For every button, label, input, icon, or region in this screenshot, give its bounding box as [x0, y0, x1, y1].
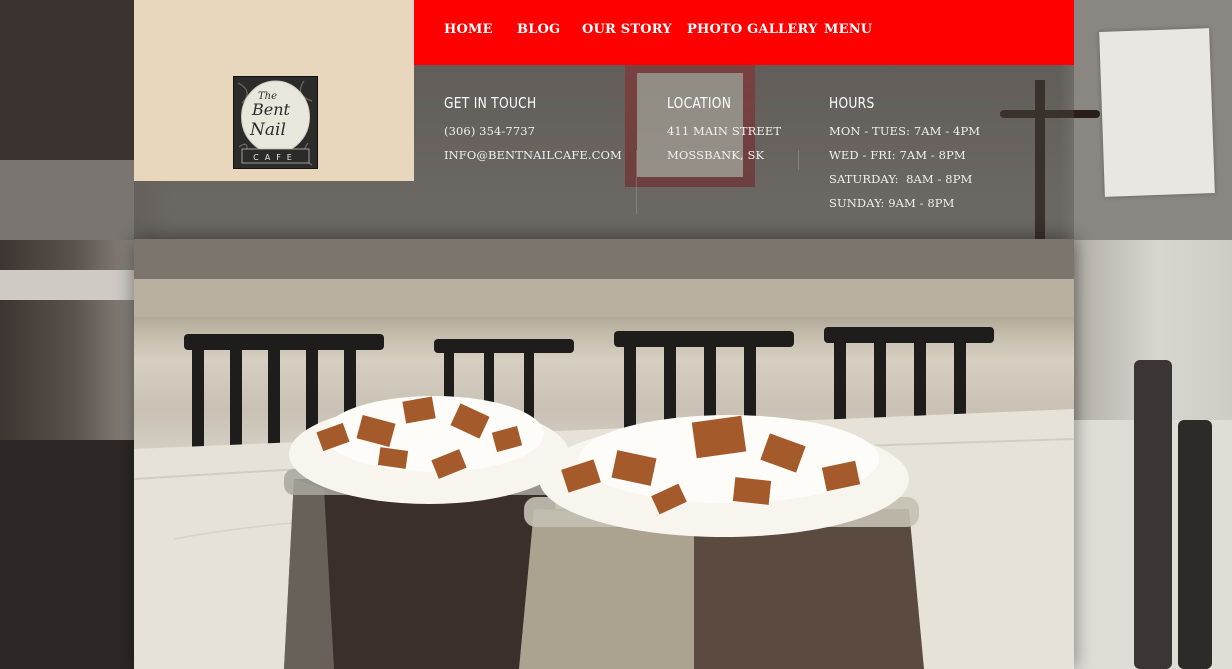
- logo-text-cafe: CAFE: [253, 153, 298, 162]
- location-title: LOCATION: [667, 94, 732, 112]
- bent-nail-cafe-logo[interactable]: The Bent Nail CAFE: [233, 76, 318, 169]
- nav-menu[interactable]: MENU: [824, 22, 872, 37]
- hours-line: MON - TUES: 7AM - 4PM: [829, 124, 981, 138]
- logo-panel: The Bent Nail CAFE: [134, 0, 414, 181]
- nav-home[interactable]: HOME: [444, 22, 493, 37]
- contact-phone[interactable]: (306) 354-7737: [444, 124, 535, 138]
- logo-text-nail: Nail: [249, 120, 286, 140]
- hours-line: SATURDAY: 8AM - 8PM: [829, 172, 973, 186]
- hero-dessert-photo: [134, 239, 1074, 669]
- contact-email[interactable]: INFO@BENTNAILCAFE.COM: [444, 148, 622, 162]
- location-city: MOSSBANK, SK: [667, 148, 765, 162]
- nav-our-story[interactable]: OUR STORY: [582, 22, 672, 37]
- location-street: 411 MAIN STREET: [667, 124, 782, 138]
- hours-line: SUNDAY: 9AM - 8PM: [829, 196, 955, 210]
- column-divider: [798, 150, 799, 170]
- hours-line: WED - FRI: 7AM - 8PM: [829, 148, 966, 162]
- contact-title: GET IN TOUCH: [444, 94, 537, 112]
- column-divider: [636, 150, 637, 214]
- main-nav: HOME BLOG OUR STORY PHOTO GALLERY MENU: [414, 0, 1074, 65]
- nav-blog[interactable]: BLOG: [517, 22, 560, 37]
- nav-photo-gallery[interactable]: PHOTO GALLERY: [687, 22, 818, 37]
- hours-title: HOURS: [829, 94, 875, 112]
- logo-text-bent: Bent: [251, 100, 291, 119]
